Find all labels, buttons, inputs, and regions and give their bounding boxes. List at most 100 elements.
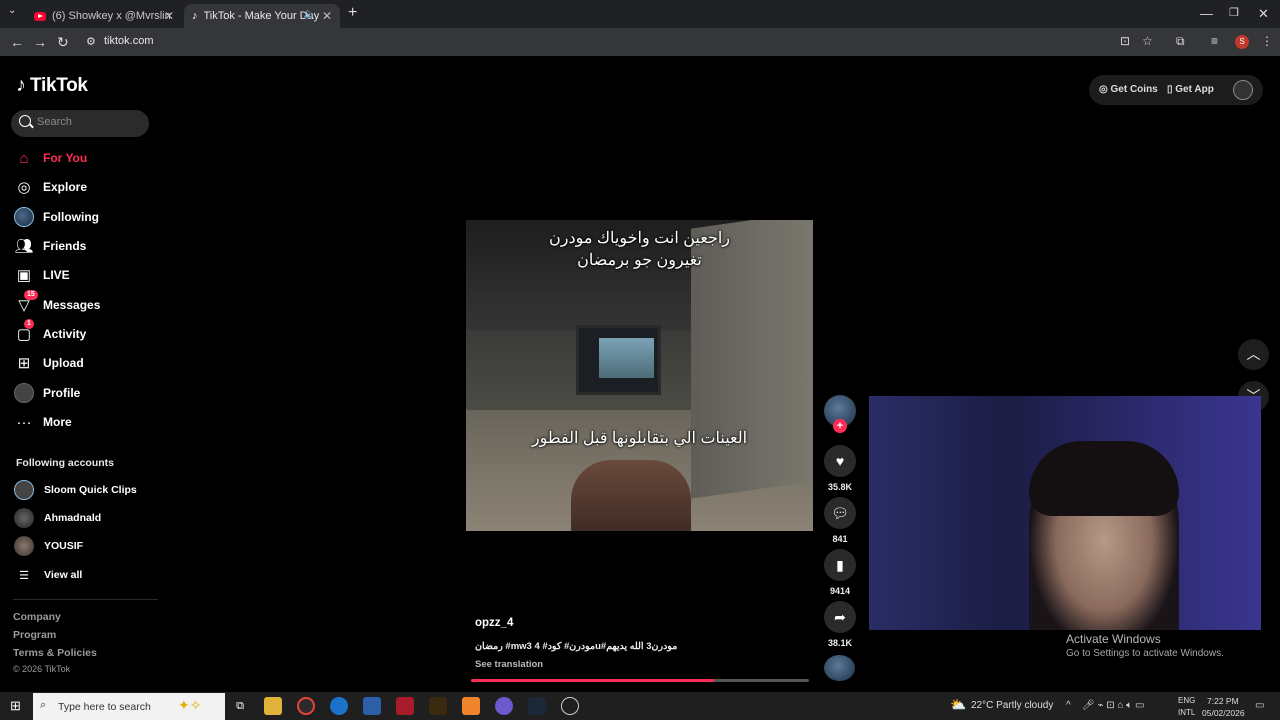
follow-plus-icon[interactable]: + (833, 419, 847, 433)
tray-icons[interactable]: 🎤︎ ⌁ ⊡ ⌂ 🔈︎ ▭ (1082, 700, 1144, 711)
reload-icon[interactable]: ↻ (57, 34, 69, 51)
video-caption-top-2: تغيرون جو برمضان (577, 252, 702, 269)
game-icon[interactable] (429, 697, 447, 715)
nav-live[interactable]: ▣ LIVE (14, 263, 70, 287)
see-translation-link[interactable]: See translation (475, 659, 543, 670)
url-field[interactable]: tiktok.com (104, 35, 154, 47)
following-account-item[interactable]: Sloom Quick Clips (14, 479, 137, 501)
clock-time[interactable]: 7:22 PM (1207, 696, 1239, 706)
minimize-button[interactable]: — (1200, 6, 1213, 21)
file-explorer-icon[interactable] (264, 697, 282, 715)
media-controls-icon[interactable]: ≡ (1211, 34, 1218, 48)
edge-icon[interactable] (330, 697, 348, 715)
upload-icon: ⊞ (17, 355, 31, 372)
nav-more[interactable]: ··· More (14, 410, 72, 434)
share-icon[interactable]: ➦ (824, 601, 856, 633)
get-app-button[interactable]: ▯ Get App (1167, 84, 1214, 95)
windows-start-icon[interactable]: ⊞ (10, 698, 21, 714)
video-username[interactable]: opzz_4 (475, 617, 513, 629)
install-app-icon[interactable]: ⊡ (1120, 34, 1130, 48)
view-all-link[interactable]: ☰ View all (14, 564, 82, 586)
language-2[interactable]: INTL (1178, 708, 1195, 717)
nav-activity[interactable]: ▢ 1 Activity (14, 319, 86, 346)
comment-action[interactable]: 💬︎ 841 (824, 497, 856, 544)
nav-messages[interactable]: ▽ 15 Messages (14, 290, 101, 317)
search-input[interactable] (37, 116, 137, 128)
tiktok-logo[interactable]: ♪ TikTok (16, 74, 88, 97)
new-tab-button[interactable]: + (348, 4, 357, 22)
list-icon: ☰ (19, 569, 29, 582)
clock-date[interactable]: 05/02/2026 (1202, 708, 1245, 718)
nav-upload[interactable]: ⊞ Upload (14, 351, 84, 375)
chrome-icon[interactable] (297, 697, 315, 715)
nav-label: Messages (43, 298, 101, 312)
avatar (14, 480, 34, 500)
get-app-label: Get App (1175, 84, 1214, 95)
heart-icon[interactable]: ♥ (824, 445, 856, 477)
video-scene-window (599, 338, 654, 378)
music-disc-icon[interactable] (824, 655, 855, 681)
chrome-menu-icon[interactable]: ⋮ (1261, 34, 1273, 48)
app-icon[interactable] (363, 697, 381, 715)
nav-for-you[interactable]: ⌂ For You (14, 146, 87, 170)
forward-arrow-icon[interactable]: → (33, 34, 47, 50)
like-count: 35.8K (827, 482, 853, 492)
footer-terms-link[interactable]: Terms & Policies (13, 647, 97, 659)
video-scene-weapon (571, 460, 691, 531)
tab-search-chevron-icon[interactable]: ⌄ (8, 5, 16, 16)
restore-button[interactable]: ❐ (1229, 6, 1239, 19)
like-action[interactable]: ♥ 35.8K (824, 445, 856, 492)
get-coins-button[interactable]: ◎ Get Coins (1099, 84, 1158, 95)
copyright-text: © 2026 TikTok (13, 664, 71, 674)
comment-icon[interactable]: 💬︎ (824, 497, 856, 529)
nav-profile[interactable]: Profile (14, 381, 80, 405)
audio-playing-icon[interactable]: 🔈 (304, 9, 316, 20)
video-progress-fill (471, 679, 715, 682)
tab-tiktok[interactable]: ♪ TikTok - Make Your Day 🔈 ✕ (184, 4, 340, 28)
nav-following[interactable]: Following (14, 205, 99, 229)
nav-label: Following (43, 210, 99, 224)
close-tab-icon[interactable]: ✕ (322, 9, 332, 23)
footer-program-link[interactable]: Program (13, 629, 56, 641)
video-player[interactable]: راجعين انت واخوياك مودرن تغيرون جو برمضا… (466, 220, 813, 531)
discord-icon[interactable] (495, 697, 513, 715)
search-box[interactable] (11, 110, 149, 137)
close-window-button[interactable]: ✕ (1258, 6, 1269, 22)
close-tab-icon[interactable]: ✕ (164, 9, 174, 23)
nav-friends[interactable]: 👥︎ Friends (14, 234, 86, 258)
bookmark-icon[interactable]: ▮ (824, 549, 856, 581)
taskbar-search-placeholder: Type here to search (58, 701, 151, 713)
weather-icon[interactable]: ⛅ (950, 697, 966, 713)
tab-youtube[interactable]: (6) Showkey x @MvrslinoMuzik ✕ (26, 4, 182, 28)
share-action[interactable]: ➦ 38.1K (824, 601, 856, 648)
following-account-item[interactable]: Ahmadnald (14, 507, 101, 529)
show-hidden-icons[interactable]: ^ (1066, 700, 1071, 711)
back-arrow-icon[interactable]: ← (10, 34, 24, 50)
footer-company-link[interactable]: Company (13, 611, 61, 623)
task-view-icon[interactable]: ⧉ (231, 697, 249, 715)
notifications-icon[interactable]: ▭ (1255, 700, 1264, 711)
app-icon[interactable] (462, 697, 480, 715)
bookmark-star-icon[interactable]: ☆ (1142, 34, 1153, 48)
app-icon[interactable] (561, 697, 579, 715)
video-caption-top-1: راجعين انت واخوياك مودرن (548, 230, 730, 247)
search-icon (19, 115, 31, 127)
site-settings-icon[interactable]: ⚙ (86, 35, 96, 48)
nav-explore[interactable]: ◎ Explore (14, 175, 87, 199)
video-progress-bar[interactable] (471, 679, 809, 682)
browser-tab-bar: ⌄ (6) Showkey x @MvrslinoMuzik ✕ ♪ TikTo… (0, 0, 1280, 28)
scroll-up-button[interactable]: ︿ (1238, 339, 1269, 370)
save-action[interactable]: ▮ 9414 (824, 549, 856, 596)
extensions-icon[interactable]: ⧉ (1176, 34, 1185, 49)
share-count: 38.1K (827, 638, 853, 648)
app-icon[interactable] (396, 697, 414, 715)
following-account-item[interactable]: YOUSIF (14, 535, 83, 557)
comment-count: 841 (832, 534, 848, 544)
language-1[interactable]: ENG (1178, 696, 1195, 705)
taskbar-search[interactable]: ⌕ Type here to search ✦✧ (33, 693, 225, 720)
profile-avatar[interactable]: S (1235, 35, 1249, 49)
steam-icon[interactable] (528, 697, 546, 715)
profile-avatar-button[interactable] (1233, 80, 1253, 100)
video-caption-bottom: العينات الي بتقابلونها قبل الفطور (531, 430, 748, 447)
weather-text[interactable]: 22°C Partly cloudy (971, 700, 1053, 711)
